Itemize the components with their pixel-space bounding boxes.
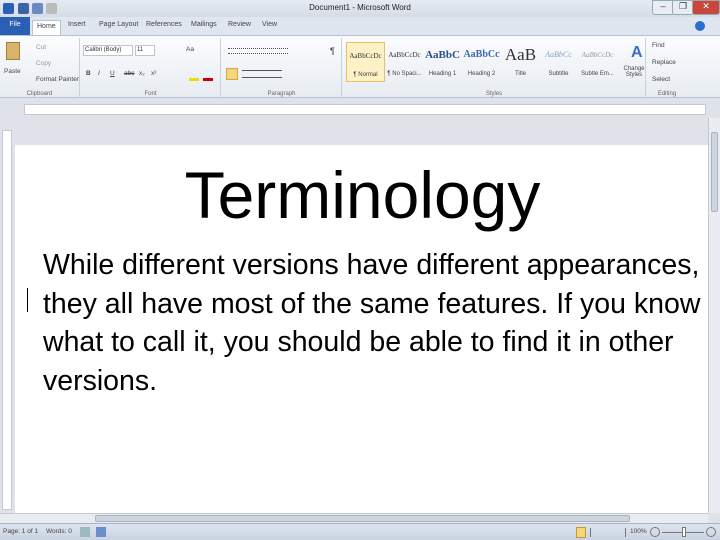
- help-icon[interactable]: [695, 21, 705, 31]
- tab-insert[interactable]: Insert: [64, 19, 90, 34]
- hscroll-thumb[interactable]: [95, 515, 630, 522]
- paragraph-label: Paragraph: [267, 91, 296, 97]
- font-label: Font: [144, 91, 157, 97]
- text-cursor: [27, 288, 28, 312]
- find-button[interactable]: Find: [652, 42, 665, 49]
- paste-button[interactable]: Paste: [4, 68, 21, 75]
- tab-review[interactable]: Review: [224, 19, 255, 34]
- show-formatting-button[interactable]: ¶: [330, 46, 335, 56]
- paste-icon[interactable]: [6, 42, 20, 60]
- style-heading-1[interactable]: AaBbC Heading 1: [423, 42, 462, 82]
- tab-page-layout[interactable]: Page Layout: [95, 19, 142, 34]
- title-bar: Document1 - Microsoft Word – ❐ ✕: [0, 0, 720, 17]
- status-bar: Page: 1 of 1 Words: 0 100%: [0, 523, 720, 540]
- slide-body-text: While different versions have different …: [43, 249, 701, 397]
- editing-label: Editing: [657, 91, 677, 97]
- scroll-thumb[interactable]: [711, 132, 718, 212]
- vertical-scrollbar[interactable]: [708, 118, 720, 513]
- underline-button[interactable]: U: [110, 70, 115, 77]
- editing-group: Find Replace Select Editing: [647, 38, 687, 98]
- strikethrough-button[interactable]: abc: [124, 70, 134, 77]
- style-subtle-emphasis[interactable]: AaBbCcDc Subtle Em...: [578, 42, 617, 82]
- zoom-level[interactable]: 100%: [630, 528, 647, 535]
- font-name-select[interactable]: Calibri (Body): [83, 45, 133, 56]
- align-left-icon[interactable]: [226, 68, 238, 80]
- styles-group: AaBbCcDc ¶ Normal AaBbCcDc ¶ No Spaci... A…: [343, 38, 646, 98]
- font-size-select[interactable]: 11: [135, 45, 155, 56]
- change-styles-icon[interactable]: A: [631, 44, 643, 62]
- zoom-slider-handle[interactable]: [682, 527, 686, 537]
- clipboard-label: Clipboard: [26, 91, 53, 97]
- ribbon: Paste Cut Copy Format Painter Clipboard …: [0, 35, 720, 98]
- close-button[interactable]: ✕: [692, 0, 720, 15]
- change-case-button[interactable]: Aa: [186, 46, 194, 53]
- slide-heading: Terminology: [184, 158, 541, 232]
- tab-home[interactable]: Home: [32, 20, 61, 35]
- tab-references[interactable]: References: [142, 19, 186, 34]
- bold-button[interactable]: B: [86, 70, 91, 77]
- horizontal-ruler[interactable]: [24, 104, 706, 115]
- select-button[interactable]: Select: [652, 76, 670, 83]
- replace-button[interactable]: Replace: [652, 59, 676, 66]
- change-styles-button[interactable]: Change Styles: [622, 66, 646, 78]
- macro-icon[interactable]: [96, 527, 106, 537]
- paragraph-group: ¶ Paragraph: [222, 38, 342, 98]
- superscript-button[interactable]: x²: [151, 70, 156, 77]
- highlight-icon[interactable]: [189, 78, 199, 81]
- view-buttons-icon[interactable]: [590, 528, 626, 537]
- print-layout-icon[interactable]: [576, 527, 586, 538]
- style-no-spacing[interactable]: AaBbCcDc ¶ No Spaci...: [385, 42, 424, 82]
- styles-label: Styles: [485, 91, 503, 97]
- minimize-button[interactable]: –: [652, 0, 674, 15]
- style-title[interactable]: AaB Title: [501, 42, 540, 82]
- zoom-in-icon[interactable]: [706, 527, 716, 537]
- restore-button[interactable]: ❐: [672, 0, 694, 15]
- clipboard-group: Paste Cut Copy Format Painter Clipboard: [0, 38, 80, 98]
- align-buttons-icon[interactable]: [242, 70, 282, 78]
- list-buttons-icon[interactable]: [228, 48, 288, 54]
- zoom-out-icon[interactable]: [650, 527, 660, 537]
- italic-button[interactable]: I: [98, 70, 100, 77]
- tab-mailings[interactable]: Mailings: [187, 19, 221, 34]
- proofing-icon[interactable]: [80, 527, 90, 537]
- font-color-icon[interactable]: [203, 78, 213, 81]
- style-heading-2[interactable]: AaBbCc Heading 2: [462, 42, 501, 82]
- page-count[interactable]: Page: 1 of 1: [3, 528, 38, 535]
- style-subtitle[interactable]: AaBbCc Subtitle: [539, 42, 578, 82]
- style-normal[interactable]: AaBbCcDc ¶ Normal: [346, 42, 385, 82]
- horizontal-scrollbar[interactable]: [0, 513, 708, 523]
- tab-file[interactable]: File: [0, 17, 30, 35]
- copy-button[interactable]: Copy: [36, 60, 51, 67]
- cut-button[interactable]: Cut: [36, 44, 46, 51]
- format-painter-button[interactable]: Format Painter: [36, 76, 79, 83]
- word-count[interactable]: Words: 0: [46, 528, 72, 535]
- font-group: Calibri (Body) 11 Aa B I U abc x₂ x² Fon…: [81, 38, 221, 98]
- subscript-button[interactable]: x₂: [139, 70, 145, 77]
- tab-view[interactable]: View: [258, 19, 281, 34]
- window-title: Document1 - Microsoft Word: [309, 3, 411, 12]
